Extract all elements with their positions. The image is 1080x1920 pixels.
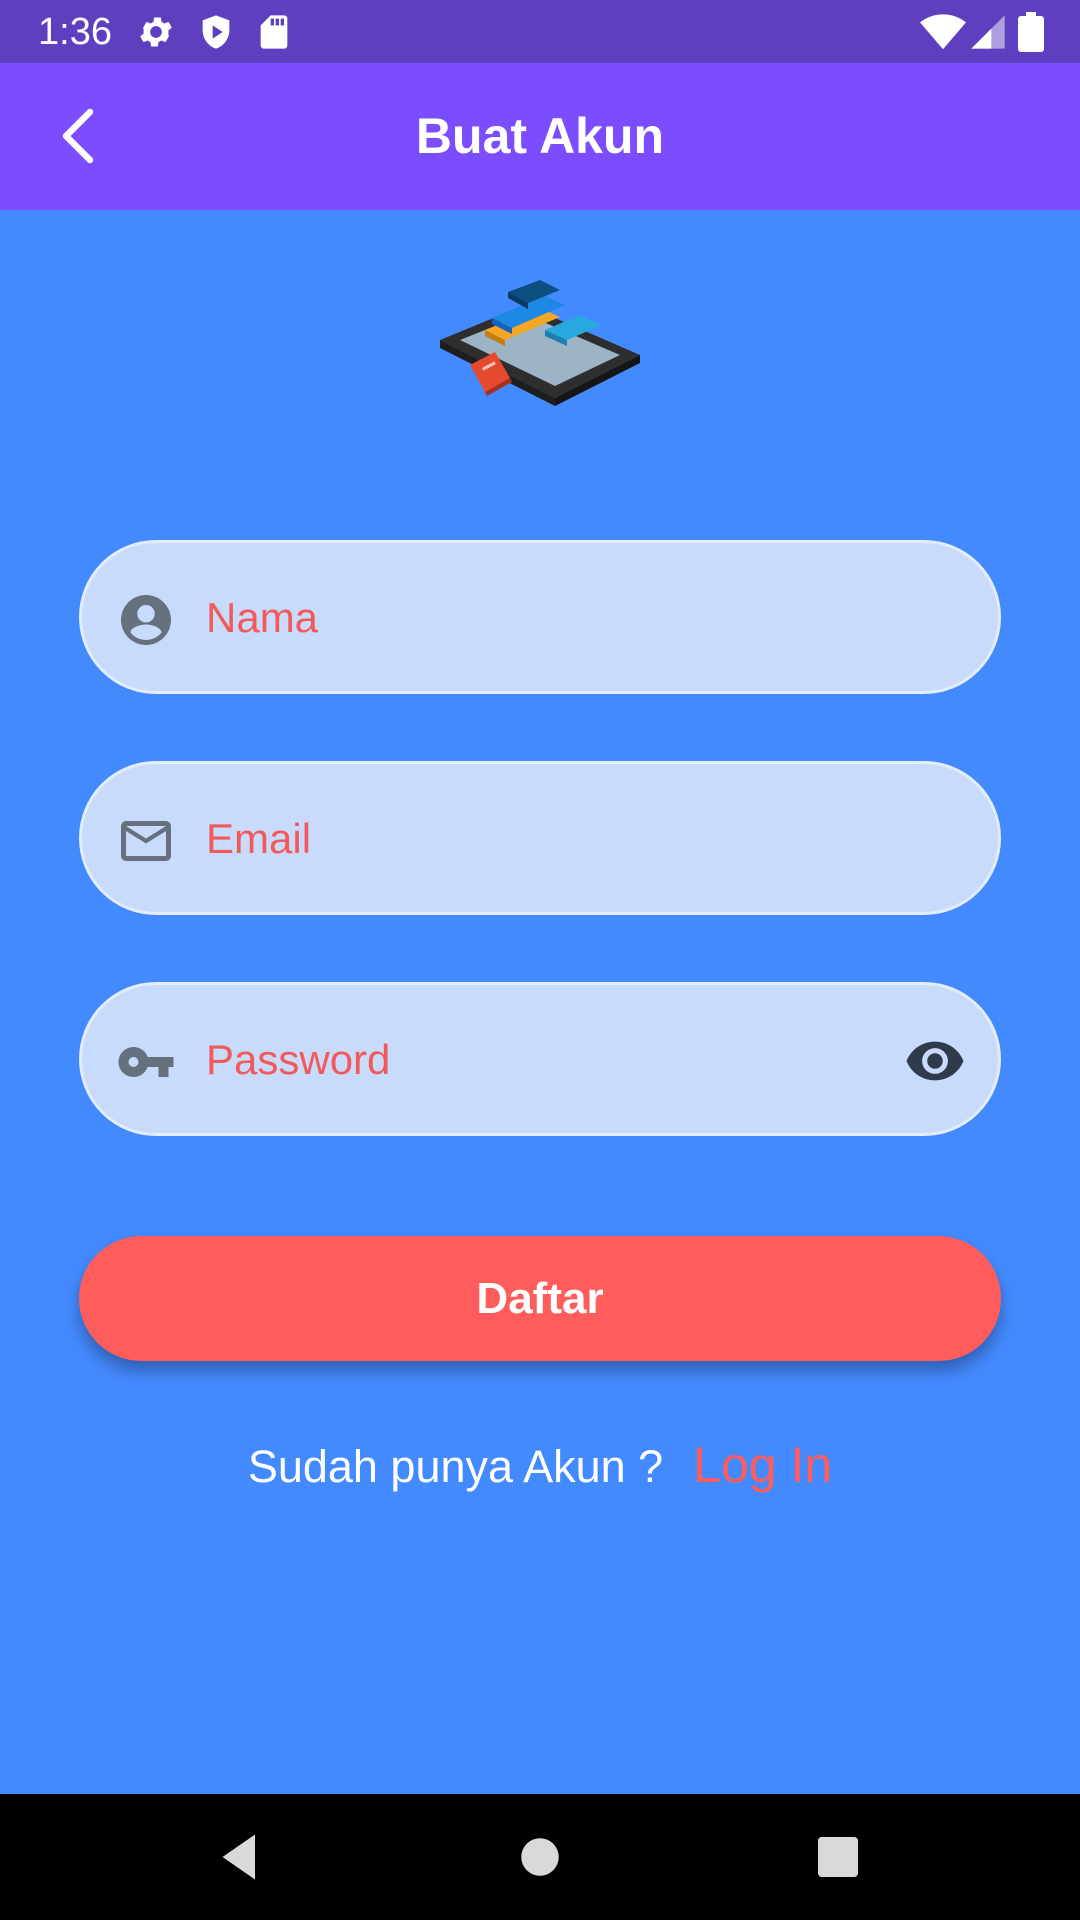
back-button[interactable] bbox=[40, 96, 120, 176]
chevron-left-icon bbox=[62, 108, 94, 164]
login-prompt: Sudah punya Akun ? bbox=[247, 1441, 664, 1492]
email-input[interactable] bbox=[206, 794, 846, 884]
page-title: Buat Akun bbox=[415, 108, 665, 164]
status-bar: 1:36 bbox=[0, 0, 1080, 63]
back-triangle-icon[interactable] bbox=[210, 1827, 270, 1887]
account-circle-icon bbox=[116, 590, 176, 650]
app-logo bbox=[430, 270, 650, 430]
sd-card-icon bbox=[254, 12, 294, 52]
home-circle-icon[interactable] bbox=[510, 1827, 570, 1887]
recents-square-icon[interactable] bbox=[808, 1827, 868, 1887]
daftar-button[interactable]: Daftar bbox=[79, 1236, 1001, 1361]
mail-outline-icon bbox=[116, 811, 176, 871]
password-input[interactable] bbox=[206, 1015, 846, 1105]
email-field[interactable] bbox=[79, 761, 1001, 915]
shield-play-icon bbox=[196, 12, 236, 52]
name-input[interactable] bbox=[206, 573, 846, 663]
cell-signal-icon bbox=[968, 12, 1008, 52]
gear-icon bbox=[136, 12, 176, 52]
wifi-icon bbox=[920, 12, 966, 52]
key-icon bbox=[116, 1032, 176, 1092]
eye-icon[interactable] bbox=[902, 1030, 968, 1092]
battery-icon bbox=[1018, 12, 1044, 52]
login-row: Sudah punya Akun ? Log In bbox=[0, 1430, 1080, 1500]
status-time: 1:36 bbox=[38, 11, 112, 53]
password-field[interactable] bbox=[79, 982, 1001, 1136]
app-bar: Buat Akun bbox=[0, 63, 1080, 210]
system-nav-bar bbox=[0, 1794, 1080, 1920]
name-field[interactable] bbox=[79, 540, 1001, 694]
login-link[interactable]: Log In bbox=[693, 1437, 832, 1493]
